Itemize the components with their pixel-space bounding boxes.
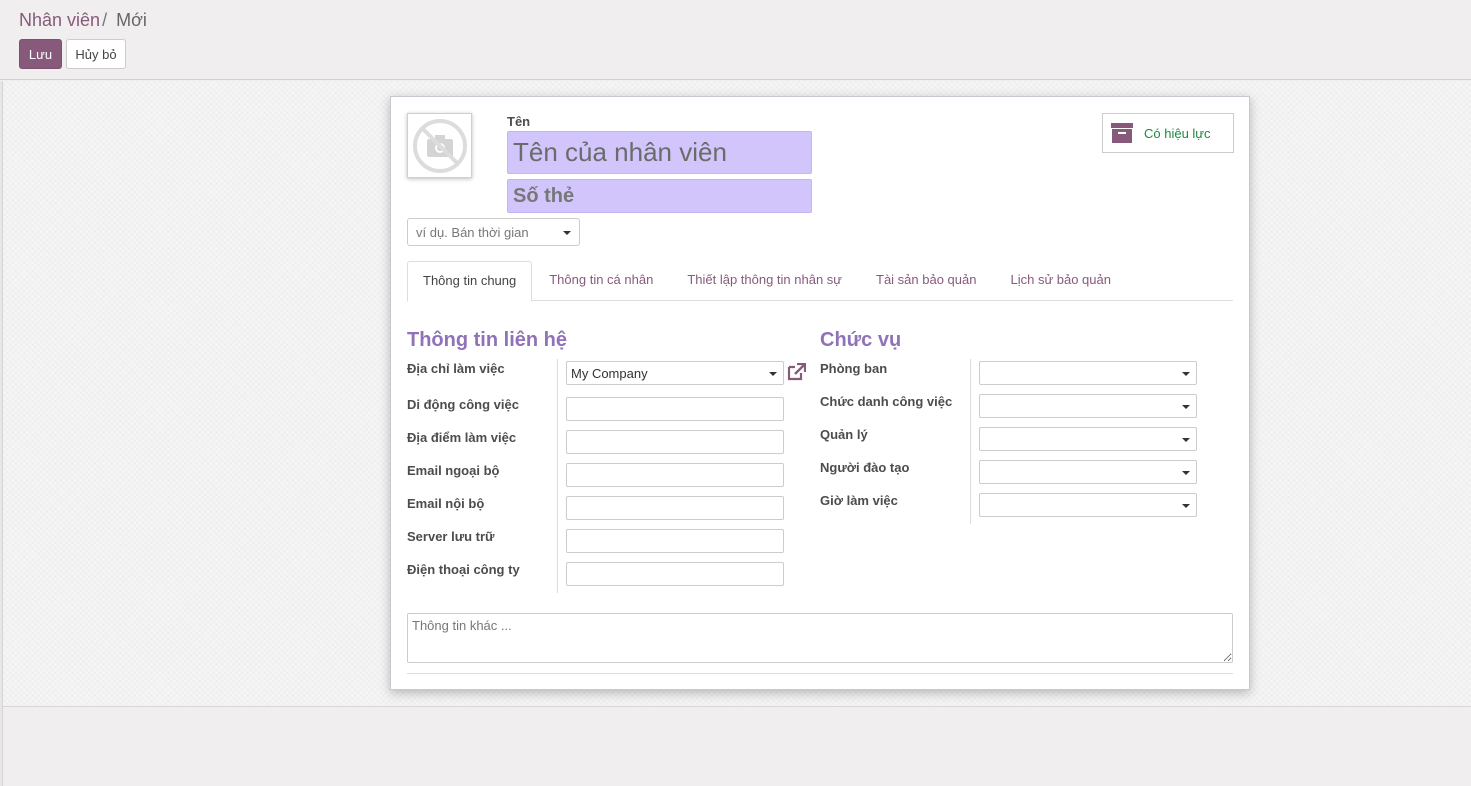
tab-general-info[interactable]: Thông tin chung <box>407 261 533 302</box>
breadcrumb-separator: / <box>102 10 108 30</box>
chevron-down-icon <box>563 231 571 235</box>
storage-server-label: Server lưu trữ <box>407 529 495 544</box>
tab-hr-settings[interactable]: Thiết lập thông tin nhân sự <box>670 261 859 301</box>
internal-email-input[interactable] <box>566 496 784 520</box>
tab-personal-info[interactable]: Thông tin cá nhân <box>532 261 670 301</box>
external-link-icon[interactable] <box>786 363 806 381</box>
manager-label: Quản lý <box>820 427 868 442</box>
discard-button[interactable]: Hủy bỏ <box>66 39 126 69</box>
contact-section-title: Thông tin liên hệ <box>407 329 567 351</box>
active-button-label: Có hiệu lực <box>1144 125 1211 141</box>
breadcrumb: Nhân viên / Mới <box>19 10 147 31</box>
name-label: Tên <box>507 114 531 129</box>
coach-label: Người đào tạo <box>820 460 910 475</box>
external-email-input[interactable] <box>566 463 784 487</box>
storage-server-input[interactable] <box>566 529 784 553</box>
control-panel: Nhân viên / Mới Lưu Hủy bỏ <box>0 0 1471 80</box>
department-label: Phòng ban <box>820 361 888 376</box>
work-address-value: My Company <box>571 366 648 381</box>
company-phone-label: Điện thoại công ty <box>407 562 520 577</box>
badge-number-input[interactable] <box>507 179 812 213</box>
job-title-select[interactable] <box>979 394 1197 418</box>
save-button[interactable]: Lưu <box>19 39 62 69</box>
chevron-down-icon <box>1182 504 1190 508</box>
tab-kept-assets[interactable]: Tài sản bảo quản <box>859 261 993 301</box>
chevron-down-icon <box>1182 471 1190 475</box>
employee-name-input[interactable] <box>507 131 812 174</box>
department-select[interactable] <box>979 361 1197 385</box>
chevron-down-icon <box>1182 372 1190 376</box>
working-hours-select[interactable] <box>979 493 1197 517</box>
chevron-down-icon <box>1182 405 1190 409</box>
manager-select[interactable] <box>979 427 1197 451</box>
breadcrumb-current: Mới <box>116 10 147 30</box>
position-section-title: Chức vụ <box>820 329 902 351</box>
form-sheet: Tên Có hiệu lực ví dụ. Bán thời gian Thô… <box>390 96 1250 690</box>
work-mobile-input[interactable] <box>566 397 784 421</box>
work-location-input[interactable] <box>566 430 784 454</box>
sheet-footer-divider <box>407 673 1233 674</box>
work-address-label: Địa chỉ làm việc <box>407 361 505 376</box>
company-phone-input[interactable] <box>566 562 784 586</box>
work-address-select[interactable]: My Company <box>566 361 784 385</box>
tab-bar: Thông tin chung Thông tin cá nhân Thiết … <box>407 261 1233 302</box>
work-location-label: Địa điểm làm việc <box>407 430 517 445</box>
internal-email-label: Email nội bộ <box>407 496 485 511</box>
chevron-down-icon <box>1182 438 1190 442</box>
breadcrumb-employees-link[interactable]: Nhân viên <box>19 10 100 30</box>
employee-photo[interactable] <box>407 113 472 178</box>
tab-custody-history[interactable]: Lịch sử bảo quản <box>993 261 1128 301</box>
employee-type-placeholder: ví dụ. Bán thời gian <box>416 225 529 240</box>
archive-box-icon <box>1111 123 1133 143</box>
coach-select[interactable] <box>979 460 1197 484</box>
other-info-textarea[interactable] <box>407 613 1233 663</box>
work-mobile-label: Di động công việc <box>407 397 519 412</box>
chevron-down-icon <box>769 372 777 376</box>
job-title-label: Chức danh công việc <box>820 394 953 409</box>
active-toggle-button[interactable]: Có hiệu lực <box>1102 113 1234 153</box>
working-hours-label: Giờ làm việc <box>820 493 898 508</box>
external-email-label: Email ngoại bộ <box>407 463 500 478</box>
employee-type-select[interactable]: ví dụ. Bán thời gian <box>407 218 580 246</box>
position-divider <box>970 359 971 524</box>
contact-divider <box>557 359 558 593</box>
camera-placeholder-icon <box>412 118 467 173</box>
